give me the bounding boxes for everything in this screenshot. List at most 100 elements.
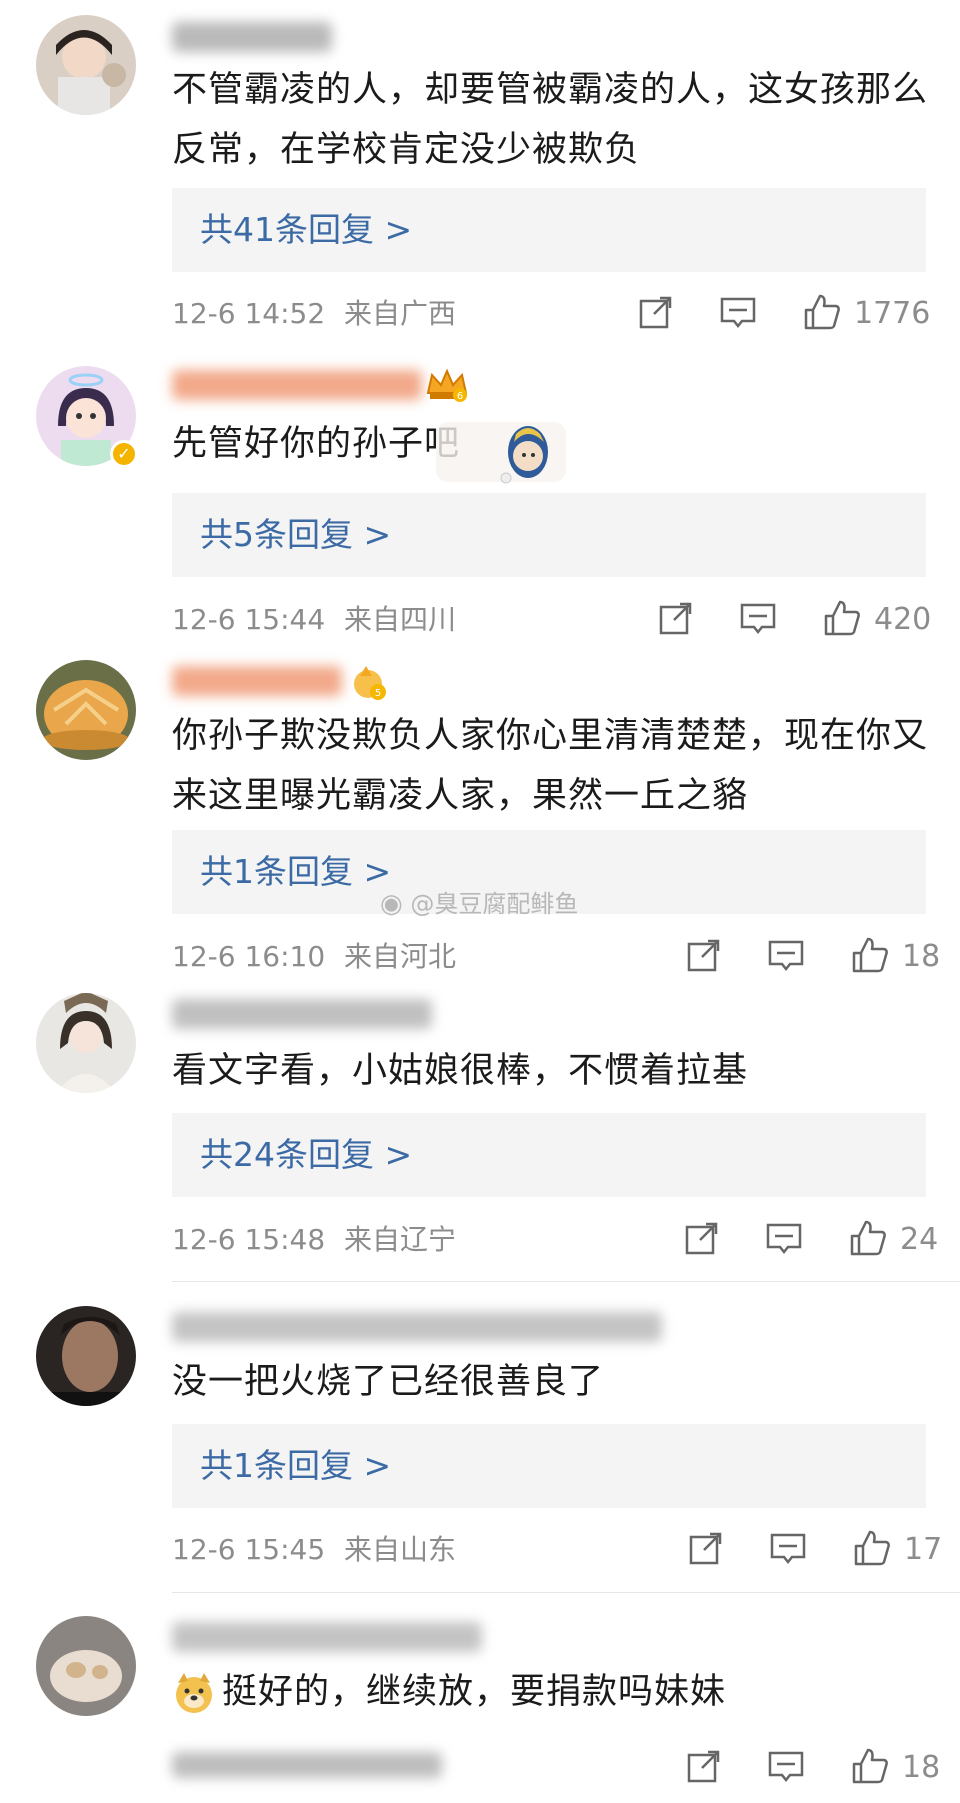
avatar[interactable] [36,660,136,760]
comment-text: 你孙子欺没欺负人家你心里清清楚楚，现在你又来这里曝光霸凌人家，果然一丘之貉 [172,716,929,816]
timestamp: 12-6 15:45 [172,1533,326,1566]
like-button[interactable]: 17 [852,1528,942,1572]
comment-button[interactable] [768,1528,808,1572]
share-icon [689,1532,722,1565]
avatar[interactable] [36,993,136,1093]
weibo-logo-icon: ◉ [380,889,403,919]
comment-meta: 12-6 16:10 来自河北 [172,937,456,977]
thumbs-up-icon [854,1530,890,1566]
share-button[interactable] [684,1746,724,1790]
comment-button[interactable] [738,598,778,642]
doge-emoji-icon [172,1671,216,1715]
like-button[interactable]: 18 [850,1746,940,1790]
comment-button[interactable] [764,1218,804,1262]
location: 来自河北 [344,940,457,973]
reply-box[interactable]: 共24条回复 > [172,1113,926,1197]
action-row: 420 [656,598,931,642]
comment-icon [720,297,756,329]
share-icon [639,296,672,329]
username-blurred[interactable] [172,666,342,696]
like-button[interactable]: 18 [850,935,940,979]
like-button[interactable]: 1776 [802,292,930,336]
comment-icon [770,1533,806,1565]
svg-text:6: 6 [457,391,463,402]
comment-meta: 12-6 15:48 来自辽宁 [172,1220,456,1260]
location: 来自山东 [344,1533,457,1566]
comment-meta: 12-6 15:44 来自四川 [172,600,456,640]
share-icon [687,939,720,972]
location: 来自广西 [344,297,457,330]
watermark-text: @臭豆腐配鲱鱼 [410,890,579,918]
timestamp: 12-6 15:48 [172,1223,326,1256]
share-icon [687,1750,720,1783]
like-count: 18 [902,939,941,974]
reply-count-link[interactable]: 共24条回复 > [200,1113,412,1197]
comment-icon [766,1223,802,1255]
username-blurred[interactable] [172,1622,482,1652]
thumbs-up-icon [824,600,860,636]
watermark: ◉ @臭豆腐配鲱鱼 [380,887,578,921]
like-count: 24 [900,1222,939,1257]
share-button[interactable] [686,1528,726,1572]
action-row: 24 [682,1218,938,1262]
reply-box[interactable]: 共41条回复 > [172,188,926,272]
share-button[interactable] [684,935,724,979]
fan-crown-badge-icon: 6 [426,368,468,402]
timestamp-blurred [172,1752,442,1778]
like-count: 420 [874,602,932,637]
verified-badge-icon: ✓ [110,440,138,468]
svg-text:5: 5 [375,688,381,699]
thumbs-up-icon [852,1748,888,1784]
reply-box[interactable]: 共1条回复 > [172,1424,926,1508]
reply-count-link[interactable]: 共1条回复 > [200,1424,391,1508]
avatar[interactable] [36,1306,136,1406]
action-row: 17 [686,1528,942,1572]
comment-button[interactable] [766,1746,806,1790]
thumbs-up-icon [804,294,840,330]
comment-text-content: 挺好的，继续放，要捐款吗妹妹 [222,1672,727,1712]
comment-button[interactable] [766,935,806,979]
username-blurred[interactable] [172,370,422,400]
comment-text: 挺好的，继续放，要捐款吗妹妹 [172,1662,932,1722]
share-button[interactable] [682,1218,722,1262]
comment-button[interactable] [718,292,758,336]
reply-count-link[interactable]: 共1条回复 > [200,830,391,914]
comment-text: 没一把火烧了已经很善良了 [172,1362,605,1402]
comment-meta: 12-6 15:45 来自山东 [172,1530,456,1570]
like-count: 18 [902,1750,941,1785]
comment-icon [768,940,804,972]
pearl-earring-sticker-icon [436,422,566,484]
share-button[interactable] [636,292,676,336]
like-count: 17 [904,1532,943,1567]
comment-icon [740,603,776,635]
comment-text: 不管霸凌的人，却要管被霸凌的人，这女孩那么反常，在学校肯定没少被欺负 [172,70,929,170]
like-button[interactable]: 24 [848,1218,938,1262]
share-icon [659,602,692,635]
username-blurred[interactable] [172,22,332,52]
thumbs-up-icon [850,1220,886,1256]
share-button[interactable] [656,598,696,642]
action-row: 18 [684,1746,940,1790]
timestamp: 12-6 15:44 [172,603,326,636]
comment-divider [172,1592,960,1593]
reply-count-link[interactable]: 共41条回复 > [200,188,412,272]
reply-count-link[interactable]: 共5条回复 > [200,493,391,577]
comment-text: 看文字看，小姑娘很棒，不惯着拉基 [172,1051,749,1091]
avatar[interactable] [36,15,136,115]
like-count: 1776 [854,296,931,331]
action-row: 18 [684,935,940,979]
comment-meta: 12-6 14:52 来自广西 [172,294,456,334]
comment-icon [768,1751,804,1783]
location: 来自辽宁 [344,1223,457,1256]
share-icon [685,1222,718,1255]
username-blurred[interactable] [172,999,432,1029]
avatar[interactable] [36,1616,136,1716]
comment-divider [172,1281,960,1282]
timestamp: 12-6 16:10 [172,940,326,973]
username-blurred[interactable] [172,1312,662,1342]
action-row: 1776 [636,292,930,336]
fan-level-badge-icon: 5 [354,666,386,700]
reply-box[interactable]: 共5条回复 > [172,493,926,577]
like-button[interactable]: 420 [822,598,931,642]
timestamp: 12-6 14:52 [172,297,326,330]
